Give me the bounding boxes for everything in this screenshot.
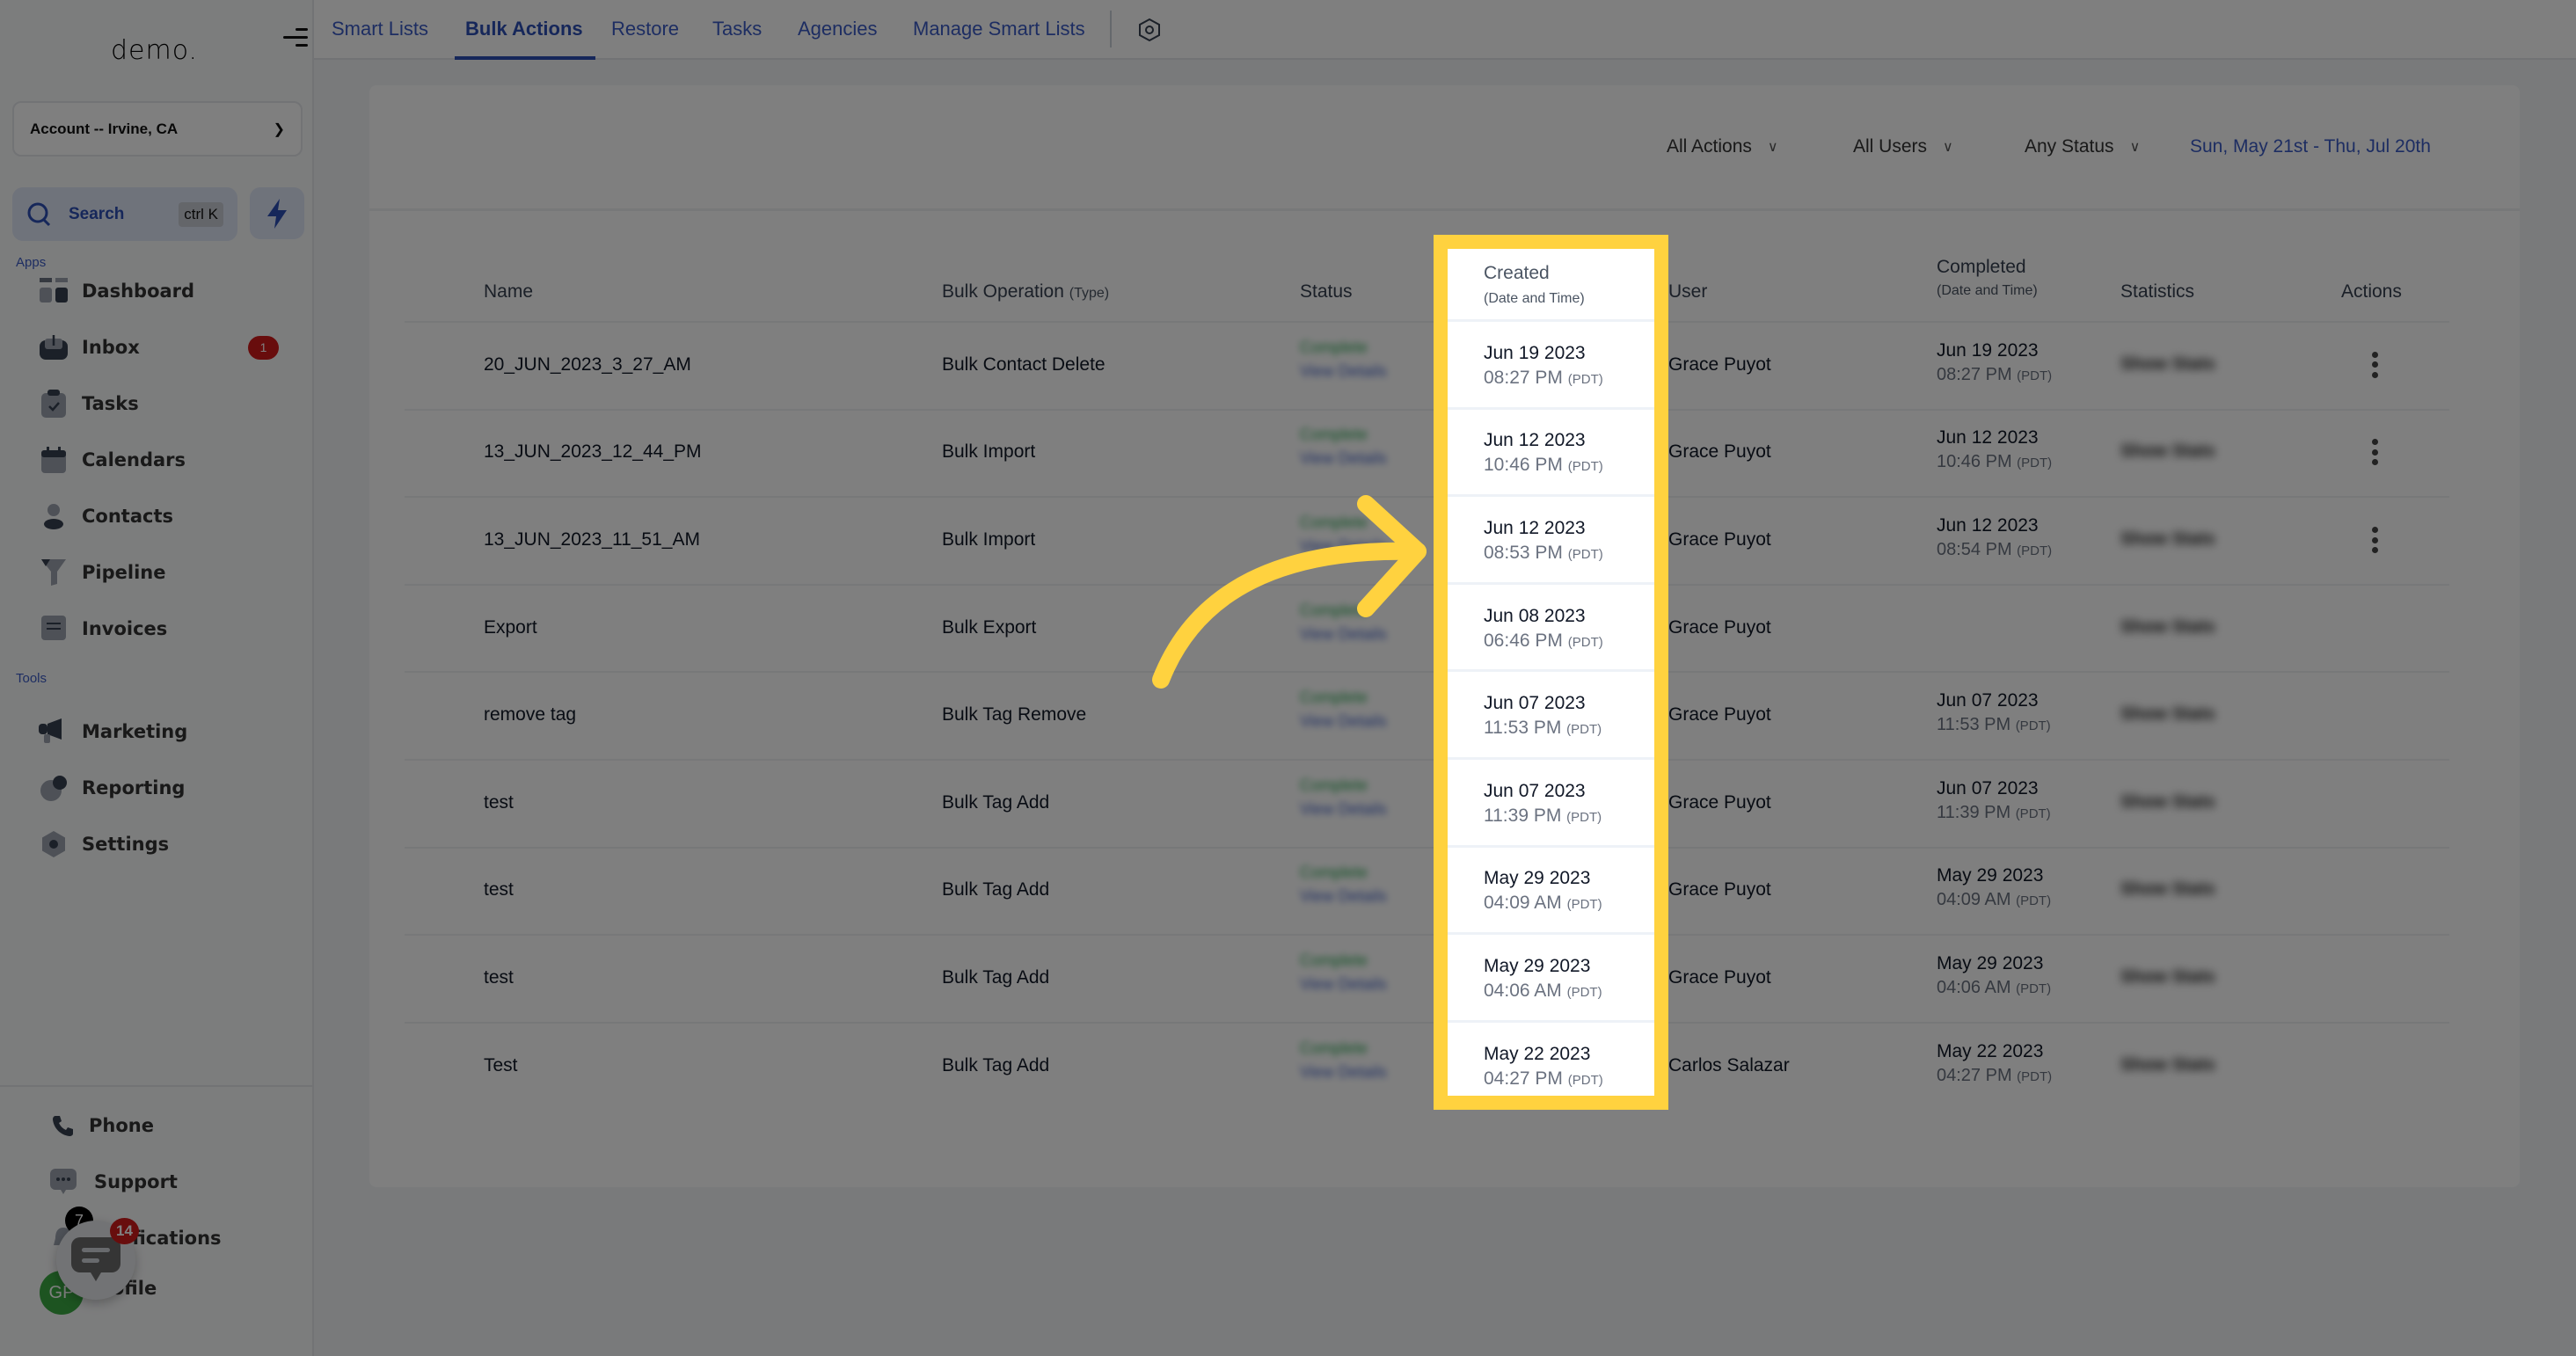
highlighted-created-column: Created (Date and Time) Jun 19 2023 08:27… — [1434, 235, 1668, 1110]
cell-created: May 29 2023 04:09 AM (PDT) — [1448, 848, 1654, 936]
created-date: Jun 07 2023 — [1484, 693, 1586, 714]
created-date: Jun 07 2023 — [1484, 780, 1586, 801]
created-time: 04:27 PM (PDT) — [1484, 1068, 1603, 1089]
column-header-created-sub: (Date and Time) — [1484, 291, 1585, 306]
cell-created: Jun 19 2023 08:27 PM (PDT) — [1448, 322, 1654, 410]
cell-created: Jun 08 2023 06:46 PM (PDT) — [1448, 585, 1654, 673]
created-date: Jun 19 2023 — [1484, 342, 1586, 363]
cell-created: Jun 07 2023 11:39 PM (PDT) — [1448, 760, 1654, 848]
created-time: 11:39 PM (PDT) — [1484, 805, 1602, 826]
cell-created: Jun 12 2023 10:46 PM (PDT) — [1448, 410, 1654, 498]
column-header-created-label: Created — [1484, 263, 1550, 283]
cell-created: Jun 12 2023 08:53 PM (PDT) — [1448, 497, 1654, 585]
created-time: 04:06 AM (PDT) — [1484, 980, 1602, 1001]
created-time: 11:53 PM (PDT) — [1484, 718, 1602, 739]
created-time: 04:09 AM (PDT) — [1484, 893, 1602, 914]
created-date: Jun 08 2023 — [1484, 605, 1586, 626]
column-header-created: Created (Date and Time) — [1448, 249, 1654, 322]
created-date: Jun 12 2023 — [1484, 430, 1586, 451]
cell-created: May 22 2023 04:27 PM (PDT) — [1448, 1023, 1654, 1111]
created-date: May 29 2023 — [1484, 955, 1591, 976]
created-time: 06:46 PM (PDT) — [1484, 630, 1603, 651]
created-time: 10:46 PM (PDT) — [1484, 455, 1603, 476]
created-date: Jun 12 2023 — [1484, 517, 1586, 538]
created-date: May 22 2023 — [1484, 1043, 1591, 1064]
cell-created: Jun 07 2023 11:53 PM (PDT) — [1448, 672, 1654, 760]
dim-overlay — [0, 0, 2576, 1356]
created-time: 08:27 PM (PDT) — [1484, 367, 1603, 388]
created-time: 08:53 PM (PDT) — [1484, 542, 1603, 563]
cell-created: May 29 2023 04:06 AM (PDT) — [1448, 935, 1654, 1023]
created-date: May 29 2023 — [1484, 868, 1591, 889]
